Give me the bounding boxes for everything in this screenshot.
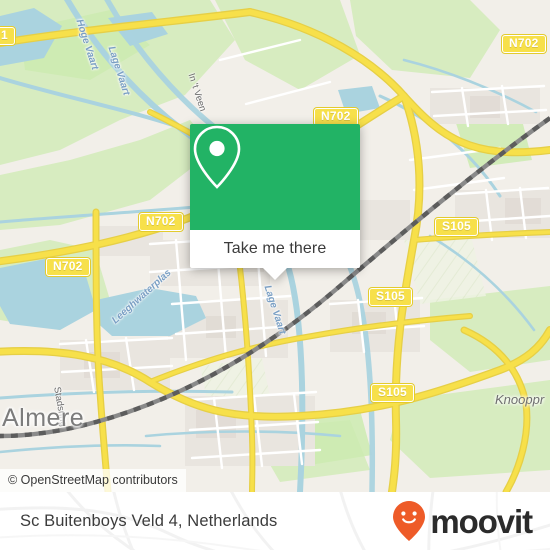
location-address: Sc Buitenboys Veld 4, Netherlands: [20, 511, 278, 530]
road-shield: N702: [139, 213, 183, 231]
osm-attribution[interactable]: © OpenStreetMap contributors: [0, 469, 186, 492]
road-shield: N702: [502, 35, 546, 53]
moovit-logo[interactable]: moovit: [392, 492, 533, 550]
map-canvas[interactable]: Hoge Vaart Lage Vaart Leeghwaterplas Lag…: [0, 0, 550, 492]
road-shield: S105: [369, 288, 412, 306]
location-callout-card[interactable]: Take me there: [190, 124, 360, 280]
road-shield: N702: [46, 258, 90, 276]
moovit-map-share-page: Hoge Vaart Lage Vaart Leeghwaterplas Lag…: [0, 0, 550, 550]
callout-action-bar[interactable]: Take me there: [190, 230, 360, 280]
callout-tail: [262, 267, 288, 280]
take-me-there-label: Take me there: [223, 240, 327, 257]
road-shield: S105: [371, 384, 414, 402]
road-shield: 1: [0, 27, 15, 45]
moovit-pin-smiley-icon: [393, 501, 426, 541]
page-footer: Sc Buitenboys Veld 4, Netherlands moovit: [0, 492, 550, 550]
map-pin-icon: [193, 125, 241, 189]
road-shield: S105: [435, 218, 478, 236]
moovit-wordmark: moovit: [430, 502, 533, 540]
callout-pin-panel: [190, 124, 360, 230]
